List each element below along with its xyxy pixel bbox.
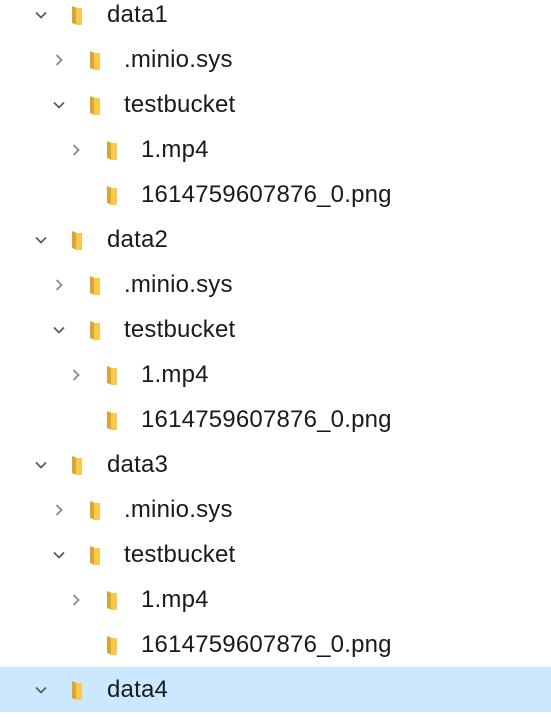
tree-item-data3[interactable]: data3 [0,442,551,487]
tree-item-testbucket[interactable]: testbucket [0,82,551,127]
tree-item-label: 1614759607876_0.png [141,631,392,658]
folder-icon [85,94,107,116]
chevron-down-icon[interactable] [50,321,68,339]
folder-icon [102,364,124,386]
tree-item-testbucket[interactable]: testbucket [0,307,551,352]
folder-tree: data1 .minio.sys testbucket 1.mp4 161475… [0,0,551,712]
chevron-right-icon[interactable] [50,51,68,69]
chevron-right-icon[interactable] [67,591,85,609]
folder-icon [85,49,107,71]
tree-item-label: 1614759607876_0.png [141,181,392,208]
chevron-down-icon[interactable] [32,456,50,474]
tree-item-label: testbucket [124,91,236,118]
chevron-down-icon[interactable] [32,6,50,24]
tree-item-data2[interactable]: data2 [0,217,551,262]
tree-item-label: 1.mp4 [141,361,209,388]
tree-item-label: testbucket [124,541,236,568]
folder-icon [102,139,124,161]
tree-item-data1[interactable]: data1 [0,0,551,37]
folder-icon [85,319,107,341]
tree-item-label: .minio.sys [124,496,233,523]
chevron-down-icon[interactable] [50,546,68,564]
tree-item-label: 1614759607876_0.png [141,406,392,433]
tree-item-label: 1.mp4 [141,136,209,163]
folder-icon [67,454,89,476]
folder-icon [67,679,89,701]
folder-icon [85,544,107,566]
tree-item-label: data1 [107,1,169,28]
tree-item-testbucket[interactable]: testbucket [0,532,551,577]
tree-item-label: .minio.sys [124,46,233,73]
tree-item-minio-sys[interactable]: .minio.sys [0,487,551,532]
tree-item-data4[interactable]: data4 [0,667,551,712]
chevron-right-icon[interactable] [50,276,68,294]
chevron-right-icon[interactable] [50,501,68,519]
tree-item-label: 1.mp4 [141,586,209,613]
chevron-down-icon[interactable] [50,96,68,114]
tree-item-minio-sys[interactable]: .minio.sys [0,262,551,307]
tree-item-label: testbucket [124,316,236,343]
chevron-down-icon[interactable] [32,681,50,699]
folder-icon [102,634,124,656]
chevron-down-icon[interactable] [32,231,50,249]
tree-item-png-folder[interactable]: 1614759607876_0.png [0,622,551,667]
tree-item-label: data2 [107,226,169,253]
folder-icon [85,274,107,296]
tree-item-label: data4 [107,676,169,703]
tree-item-1-mp4[interactable]: 1.mp4 [0,352,551,397]
tree-item-png-folder[interactable]: 1614759607876_0.png [0,397,551,442]
folder-icon [85,499,107,521]
tree-item-minio-sys[interactable]: .minio.sys [0,37,551,82]
tree-item-label: data3 [107,451,169,478]
tree-item-png-folder[interactable]: 1614759607876_0.png [0,172,551,217]
folder-icon [67,4,89,26]
tree-item-label: .minio.sys [124,271,233,298]
folder-icon [102,184,124,206]
tree-item-1-mp4[interactable]: 1.mp4 [0,577,551,622]
tree-item-1-mp4[interactable]: 1.mp4 [0,127,551,172]
folder-icon [102,409,124,431]
chevron-right-icon[interactable] [67,366,85,384]
folder-icon [102,589,124,611]
folder-icon [67,229,89,251]
chevron-right-icon[interactable] [67,141,85,159]
